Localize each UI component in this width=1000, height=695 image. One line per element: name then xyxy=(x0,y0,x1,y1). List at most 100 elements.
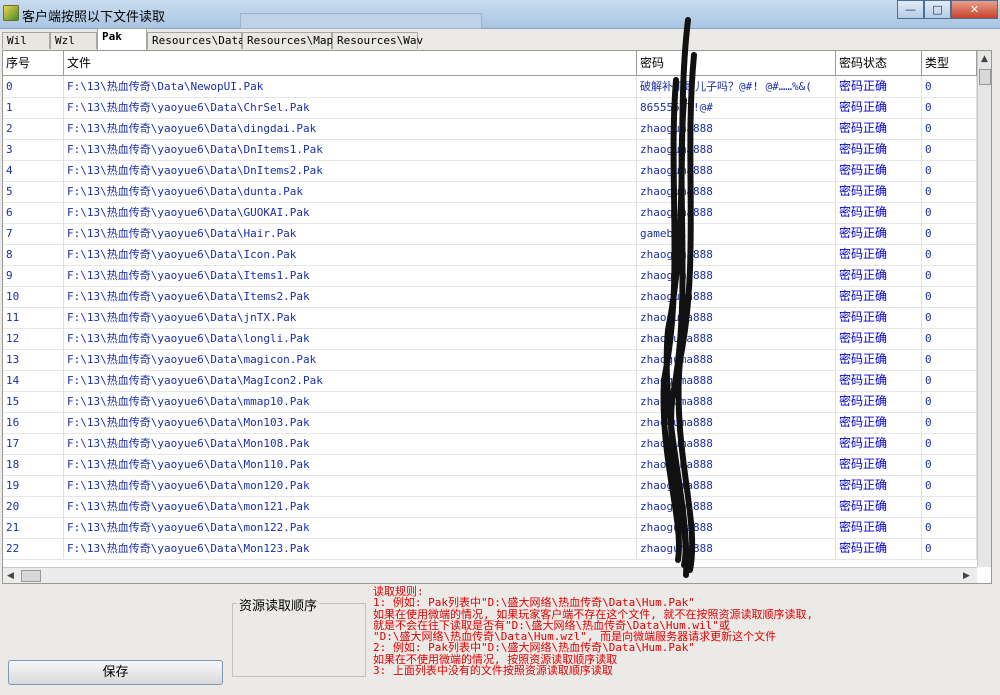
table-row[interactable]: 1 F:\13\热血传奇\yaoyue6\Data\ChrSel.Pak 86555… xyxy=(3,97,991,119)
cell-file[interactable]: F:\13\热血传奇\yaoyue6\Data\Mon103.Pak xyxy=(64,412,637,433)
title-bar[interactable]: 客户端按照以下文件读取 — □ ✕ xyxy=(0,0,1000,29)
cell-index[interactable]: 6 xyxy=(3,202,64,223)
cell-type[interactable]: 0 xyxy=(922,118,977,139)
tab-wil[interactable]: Wil xyxy=(2,32,50,49)
vertical-scrollbar[interactable]: ▲ xyxy=(977,51,991,567)
cell-password[interactable]: zhaoguma888 xyxy=(637,181,836,202)
cell-file[interactable]: F:\13\热血传奇\yaoyue6\Data\GUOKAI.Pak xyxy=(64,202,637,223)
cell-type[interactable]: 0 xyxy=(922,349,977,370)
cell-file[interactable]: F:\13\热血传奇\yaoyue6\Data\mon121.Pak xyxy=(64,496,637,517)
cell-file[interactable]: F:\13\热血传奇\Data\NewopUI.Pak xyxy=(64,76,637,97)
cell-password-status[interactable]: 密码正确 xyxy=(836,391,922,412)
table-row[interactable]: 21 F:\13\热血传奇\yaoyue6\Data\mon122.Pak zhao… xyxy=(3,517,991,539)
vertical-scroll-thumb[interactable] xyxy=(979,69,991,85)
table-row[interactable]: 2 F:\13\热血传奇\yaoyue6\Data\dingdai.Pak zhao… xyxy=(3,118,991,140)
cell-type[interactable]: 0 xyxy=(922,370,977,391)
cell-index[interactable]: 2 xyxy=(3,118,64,139)
cell-type[interactable]: 0 xyxy=(922,244,977,265)
cell-password-status[interactable]: 密码正确 xyxy=(836,223,922,244)
cell-file[interactable]: F:\13\热血传奇\yaoyue6\Data\longli.Pak xyxy=(64,328,637,349)
cell-type[interactable]: 0 xyxy=(922,538,977,559)
cell-type[interactable]: 0 xyxy=(922,160,977,181)
cell-password[interactable]: 86555577!@# xyxy=(637,97,836,118)
horizontal-scrollbar[interactable]: ◀ ▶ xyxy=(3,567,977,583)
cell-file[interactable]: F:\13\热血传奇\yaoyue6\Data\Items1.Pak xyxy=(64,265,637,286)
table-row[interactable]: 19 F:\13\热血传奇\yaoyue6\Data\mon120.Pak zhao… xyxy=(3,475,991,497)
cell-file[interactable]: F:\13\热血传奇\yaoyue6\Data\Hair.Pak xyxy=(64,223,637,244)
table-row[interactable]: 13 F:\13\热血传奇\yaoyue6\Data\magicon.Pak zha… xyxy=(3,349,991,371)
cell-index[interactable]: 7 xyxy=(3,223,64,244)
column-header-type[interactable]: 类型 xyxy=(922,51,977,75)
cell-password-status[interactable]: 密码正确 xyxy=(836,349,922,370)
column-header-file[interactable]: 文件 xyxy=(64,51,637,75)
table-row[interactable]: 10 F:\13\热血传奇\yaoyue6\Data\Items2.Pak zhao… xyxy=(3,286,991,308)
cell-file[interactable]: F:\13\热血传奇\yaoyue6\Data\Items2.Pak xyxy=(64,286,637,307)
table-row[interactable]: 18 F:\13\热血传奇\yaoyue6\Data\Mon110.Pak zhao… xyxy=(3,454,991,476)
cell-file[interactable]: F:\13\热血传奇\yaoyue6\Data\Mon110.Pak xyxy=(64,454,637,475)
cell-password[interactable]: zhaoguma888 xyxy=(637,349,836,370)
cell-file[interactable]: F:\13\热血传奇\yaoyue6\Data\mmap10.Pak xyxy=(64,391,637,412)
cell-file[interactable]: F:\13\热血传奇\yaoyue6\Data\MagIcon2.Pak xyxy=(64,370,637,391)
cell-password[interactable]: zhaoguma888 xyxy=(637,496,836,517)
cell-password[interactable]: zhaoguma888 xyxy=(637,517,836,538)
cell-index[interactable]: 1 xyxy=(3,97,64,118)
cell-password-status[interactable]: 密码正确 xyxy=(836,244,922,265)
tab-resources-data[interactable]: Resources\Data xyxy=(147,32,245,49)
cell-file[interactable]: F:\13\热血传奇\yaoyue6\Data\jnTX.Pak xyxy=(64,307,637,328)
cell-password-status[interactable]: 密码正确 xyxy=(836,433,922,454)
tab-pak[interactable]: Pak xyxy=(97,28,147,50)
cell-password[interactable]: zhaoguma888 xyxy=(637,538,836,559)
tab-resources-wav[interactable]: Resources\Wav xyxy=(332,32,423,49)
table-row[interactable]: 6 F:\13\热血传奇\yaoyue6\Data\GUOKAI.Pak zhaog… xyxy=(3,202,991,224)
cell-index[interactable]: 16 xyxy=(3,412,64,433)
cell-index[interactable]: 12 xyxy=(3,328,64,349)
table-row[interactable]: 8 F:\13\热血传奇\yaoyue6\Data\Icon.Pak zhaogum… xyxy=(3,244,991,266)
table-row[interactable]: 22 F:\13\热血传奇\yaoyue6\Data\Mon123.Pak zhao… xyxy=(3,538,991,560)
column-header-password-status[interactable]: 密码状态 xyxy=(836,51,922,75)
cell-password[interactable]: zhaoguma888 xyxy=(637,202,836,223)
cell-type[interactable]: 0 xyxy=(922,391,977,412)
cell-password-status[interactable]: 密码正确 xyxy=(836,118,922,139)
cell-password-status[interactable]: 密码正确 xyxy=(836,265,922,286)
cell-password-status[interactable]: 密码正确 xyxy=(836,454,922,475)
cell-password-status[interactable]: 密码正确 xyxy=(836,139,922,160)
table-row[interactable]: 3 F:\13\热血传奇\yaoyue6\Data\DnItems1.Pak zha… xyxy=(3,139,991,161)
cell-file[interactable]: F:\13\热血传奇\yaoyue6\Data\DnItems1.Pak xyxy=(64,139,637,160)
table-row[interactable]: 12 F:\13\热血传奇\yaoyue6\Data\longli.Pak zhao… xyxy=(3,328,991,350)
cell-password[interactable]: zhaoguma888 xyxy=(637,370,836,391)
cell-type[interactable]: 0 xyxy=(922,97,977,118)
close-button[interactable]: ✕ xyxy=(951,0,998,19)
cell-password[interactable]: zhaoguma888 xyxy=(637,160,836,181)
cell-password-status[interactable]: 密码正确 xyxy=(836,496,922,517)
cell-password-status[interactable]: 密码正确 xyxy=(836,538,922,559)
cell-file[interactable]: F:\13\热血传奇\yaoyue6\Data\Icon.Pak xyxy=(64,244,637,265)
column-header-password[interactable]: 密码 xyxy=(637,51,836,75)
cell-password[interactable]: zhaoguma888 xyxy=(637,328,836,349)
cell-password[interactable]: zhaoguma888 xyxy=(637,244,836,265)
cell-password[interactable]: zhaoguma888 xyxy=(637,454,836,475)
minimize-button[interactable]: — xyxy=(897,0,924,19)
cell-file[interactable]: F:\13\热血传奇\yaoyue6\Data\dingdai.Pak xyxy=(64,118,637,139)
cell-file[interactable]: F:\13\热血传奇\yaoyue6\Data\dunta.Pak xyxy=(64,181,637,202)
cell-type[interactable]: 0 xyxy=(922,265,977,286)
cell-index[interactable]: 11 xyxy=(3,307,64,328)
cell-index[interactable]: 17 xyxy=(3,433,64,454)
cell-password[interactable]: zhaoguma888 xyxy=(637,433,836,454)
cell-file[interactable]: F:\13\热血传奇\yaoyue6\Data\magicon.Pak xyxy=(64,349,637,370)
cell-password-status[interactable]: 密码正确 xyxy=(836,307,922,328)
cell-password-status[interactable]: 密码正确 xyxy=(836,412,922,433)
cell-password[interactable]: zhaoguma888 xyxy=(637,307,836,328)
cell-password-status[interactable]: 密码正确 xyxy=(836,286,922,307)
cell-index[interactable]: 0 xyxy=(3,76,64,97)
cell-password[interactable]: zhaoguma888 xyxy=(637,265,836,286)
cell-type[interactable]: 0 xyxy=(922,496,977,517)
scroll-right-icon[interactable]: ▶ xyxy=(963,568,970,583)
save-button[interactable]: 保存 xyxy=(8,660,223,685)
cell-password[interactable]: zhaoguma888 xyxy=(637,286,836,307)
table-row[interactable]: 7 F:\13\热血传奇\yaoyue6\Data\Hair.Pak gamebai… xyxy=(3,223,991,245)
scroll-up-icon[interactable]: ▲ xyxy=(981,51,988,67)
file-table[interactable]: 序号 文件 密码 密码状态 类型 0 F:\13\热血传奇\Data\NewopU… xyxy=(2,50,992,584)
cell-type[interactable]: 0 xyxy=(922,307,977,328)
cell-password[interactable]: zhaoguma888 xyxy=(637,118,836,139)
cell-index[interactable]: 20 xyxy=(3,496,64,517)
